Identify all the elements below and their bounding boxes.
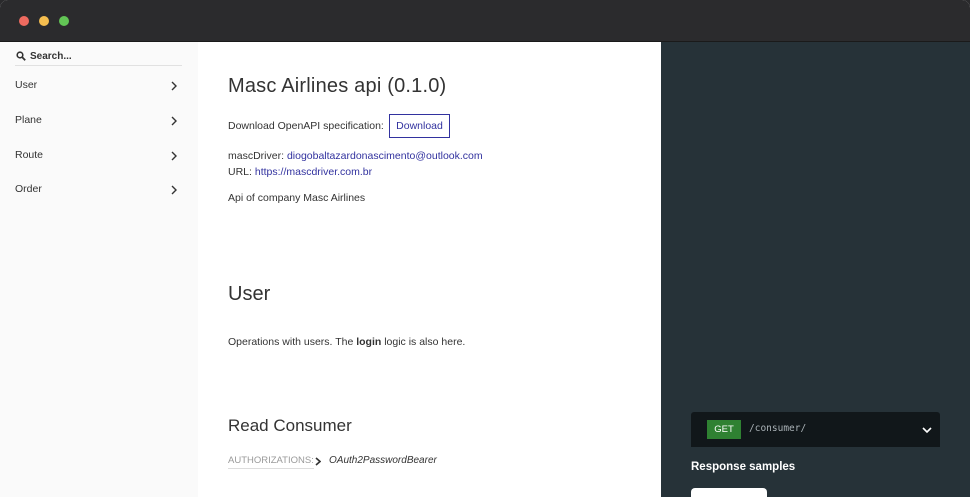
title-bar [0,0,970,42]
url-link[interactable]: https://mascdriver.com.br [255,166,372,178]
response-sample-tab[interactable] [691,488,767,497]
authorizations-value: OAuth2PasswordBearer [329,455,437,466]
response-samples-title: Response samples [691,461,796,473]
sidebar-item-plane[interactable]: Plane [0,104,198,138]
chevron-right-icon [171,81,177,91]
section-title: User [228,283,271,305]
chevron-right-icon [171,151,177,161]
api-description: Api of company Masc Airlines [228,192,366,204]
sidebar-item-label: Route [15,149,44,161]
sidebar-item-label: Plane [15,114,42,126]
chevron-right-icon [171,185,177,195]
http-method-badge: GET [707,420,741,439]
download-text: Download OpenAPI specification: [228,120,384,132]
sidebar-item-label: Order [15,183,42,195]
right-panel: GET /consumer/ Response samples [661,42,970,497]
sidebar-item-order[interactable]: Order [0,173,198,207]
url-line: URL: https://mascdriver.com.br [228,166,372,178]
endpoint-path: /consumer/ [749,423,807,434]
contact-email-link[interactable]: diogobaltazardonascimento@outlook.com [287,150,483,162]
authorizations-label: AUTHORIZATIONS: [228,455,314,469]
sidebar-item-route[interactable]: Route [0,139,198,173]
chevron-right-icon [171,116,177,126]
search-input[interactable] [30,48,180,64]
download-button[interactable]: Download [389,114,450,138]
minimize-window-button[interactable] [39,16,49,26]
main-content: Masc Airlines api (0.1.0) Download OpenA… [198,42,661,497]
search-icon [16,51,26,61]
endpoint-toggle[interactable]: GET /consumer/ [691,412,940,447]
app-window: User Plane Route Order Masc Airlines api… [0,0,970,497]
chevron-down-icon [922,427,932,434]
url-label: URL: [228,166,252,178]
chevron-right-icon [315,457,321,466]
section-desc-prefix: Operations with users. The [228,336,357,348]
operation-title: Read Consumer [228,416,352,435]
section-description: Operations with users. The login logic i… [228,336,465,348]
maximize-window-button[interactable] [59,16,69,26]
section-desc-suffix: logic is also here. [381,336,466,348]
contact-line: mascDriver: diogobaltazardonascimento@ou… [228,150,483,162]
close-window-button[interactable] [19,16,29,26]
sidebar-item-label: User [15,79,38,91]
page-title: Masc Airlines api (0.1.0) [228,75,447,97]
contact-name-label: mascDriver: [228,150,285,162]
sidebar: User Plane Route Order [0,42,198,497]
search-bar [15,48,182,66]
sidebar-item-user[interactable]: User [0,69,198,103]
section-desc-bold: login [356,336,382,348]
